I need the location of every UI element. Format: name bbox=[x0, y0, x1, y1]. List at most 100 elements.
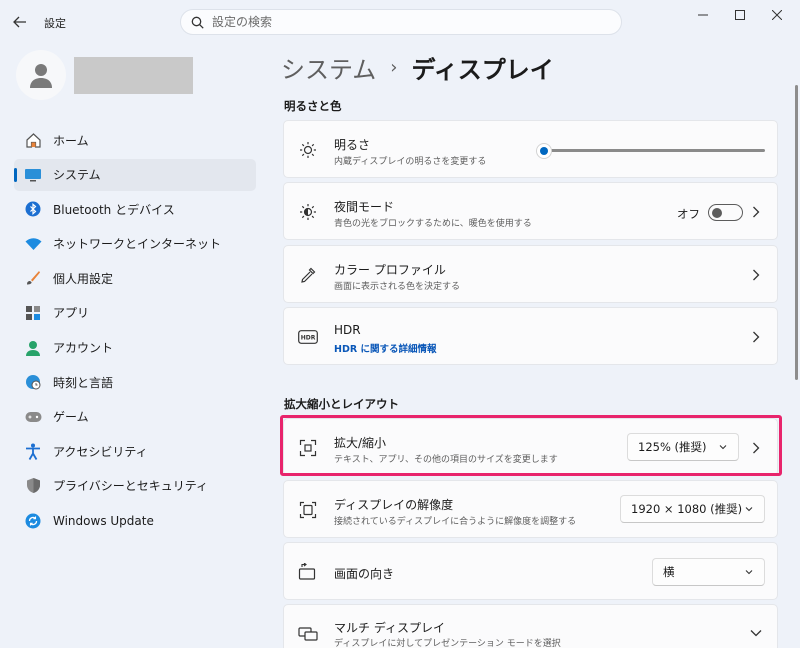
sidebar-item-accounts[interactable]: アカウント bbox=[14, 332, 256, 364]
accessibility-icon bbox=[24, 442, 42, 460]
globe-clock-icon bbox=[24, 373, 42, 391]
sidebar-item-windows-update[interactable]: Windows Update bbox=[14, 505, 256, 537]
dropdown-value: 横 bbox=[663, 565, 675, 579]
card-description: 接続されているディスプレイに合うように解像度を調整する bbox=[334, 517, 577, 527]
sidebar-item-time-language[interactable]: 時刻と言語 bbox=[14, 366, 256, 398]
toggle-state-label: オフ bbox=[677, 207, 700, 221]
search-icon bbox=[191, 16, 204, 29]
sidebar-item-privacy[interactable]: プライバシーとセキュリティ bbox=[14, 470, 256, 502]
sidebar-item-home[interactable]: ホーム bbox=[14, 124, 256, 156]
night-light-card[interactable]: 夜間モード 青色の光をブロックするために、暖色を使用する オフ bbox=[283, 182, 778, 240]
brightness-card: 明るさ 内蔵ディスプレイの明るさを変更する bbox=[283, 120, 778, 178]
card-description: テキスト、アプリ、その他の項目のサイズを変更します bbox=[334, 455, 558, 465]
chevron-right-icon[interactable] bbox=[749, 204, 763, 220]
bluetooth-icon bbox=[24, 200, 42, 218]
search-input[interactable] bbox=[212, 15, 592, 29]
scale-dropdown[interactable]: 125% (推奨) bbox=[627, 433, 739, 461]
user-icon bbox=[30, 64, 52, 88]
sidebar-item-label: 時刻と言語 bbox=[53, 375, 114, 390]
close-button[interactable] bbox=[754, 0, 800, 30]
night-light-icon bbox=[298, 202, 318, 222]
color-profile-card[interactable]: カラー プロファイル 画面に表示される色を決定する bbox=[283, 245, 778, 303]
scale-card[interactable]: 拡大/縮小 テキスト、アプリ、その他の項目のサイズを変更します 125% (推奨… bbox=[283, 418, 778, 476]
sidebar-item-bluetooth[interactable]: Bluetooth とデバイス bbox=[14, 193, 256, 225]
resolution-icon bbox=[298, 500, 318, 520]
sidebar-item-gaming[interactable]: ゲーム bbox=[14, 401, 256, 433]
back-button[interactable] bbox=[10, 12, 30, 32]
hdr-learn-more-link[interactable]: HDR に関する詳細情報 bbox=[334, 341, 436, 355]
back-arrow-icon bbox=[13, 16, 26, 28]
dropdown-value: 1920 × 1080 (推奨) bbox=[631, 502, 743, 516]
section-title-brightness-color: 明るさと色 bbox=[284, 99, 342, 113]
sidebar-item-label: ネットワークとインターネット bbox=[53, 237, 222, 252]
app-title: 設定 bbox=[44, 17, 66, 30]
avatar[interactable] bbox=[16, 50, 66, 100]
home-icon bbox=[24, 131, 42, 149]
card-description: ディスプレイに対してプレゼンテーション モードを選択 bbox=[334, 639, 561, 648]
breadcrumb-parent[interactable]: システム bbox=[281, 50, 376, 85]
card-title: 拡大/縮小 bbox=[334, 436, 387, 450]
card-description: 内蔵ディスプレイの明るさを変更する bbox=[334, 157, 487, 167]
search-box[interactable] bbox=[180, 9, 622, 35]
card-title: 明るさ bbox=[334, 138, 371, 152]
profile-name-redacted bbox=[74, 57, 193, 94]
maximize-icon bbox=[735, 10, 745, 20]
system-icon bbox=[24, 166, 42, 184]
chevron-down-icon[interactable] bbox=[749, 625, 763, 641]
orientation-dropdown[interactable]: 横 bbox=[652, 558, 765, 586]
card-title: マルチ ディスプレイ bbox=[334, 621, 445, 635]
section-title-scale-layout: 拡大縮小とレイアウト bbox=[284, 397, 399, 411]
sidebar-item-label: ホーム bbox=[53, 133, 89, 148]
multi-display-icon bbox=[298, 625, 318, 645]
card-title: 夜間モード bbox=[334, 200, 395, 214]
sidebar-item-accessibility[interactable]: アクセシビリティ bbox=[14, 435, 256, 467]
chevron-right-icon[interactable] bbox=[749, 267, 763, 283]
breadcrumb-separator: › bbox=[390, 57, 398, 78]
chevron-down-icon bbox=[719, 445, 727, 450]
dropdown-value: 125% (推奨) bbox=[638, 440, 707, 454]
night-light-toggle[interactable] bbox=[708, 204, 743, 221]
sun-icon bbox=[298, 140, 318, 160]
brightness-slider-thumb[interactable] bbox=[536, 143, 552, 159]
orientation-card: 画面の向き 横 bbox=[283, 542, 778, 600]
card-title: HDR bbox=[334, 323, 361, 337]
card-title: ディスプレイの解像度 bbox=[334, 498, 454, 512]
card-title: カラー プロファイル bbox=[334, 263, 446, 277]
update-icon bbox=[24, 512, 42, 530]
gamepad-icon bbox=[24, 408, 42, 426]
wifi-icon bbox=[24, 235, 42, 253]
minimize-icon bbox=[698, 14, 708, 16]
multi-display-card[interactable]: マルチ ディスプレイ ディスプレイに対してプレゼンテーション モードを選択 bbox=[283, 604, 778, 648]
sidebar-item-apps[interactable]: アプリ bbox=[14, 297, 256, 329]
sidebar-item-label: ゲーム bbox=[53, 410, 89, 425]
scrollbar[interactable] bbox=[795, 85, 798, 380]
hdr-icon: HDR bbox=[298, 327, 318, 347]
chevron-down-icon bbox=[745, 507, 753, 512]
title-bar: 設定 bbox=[0, 0, 800, 44]
sidebar-item-label: Windows Update bbox=[53, 513, 154, 528]
chevron-right-icon[interactable] bbox=[749, 440, 763, 456]
card-title: 画面の向き bbox=[334, 567, 395, 581]
card-description: 青色の光をブロックするために、暖色を使用する bbox=[334, 219, 532, 229]
card-description: 画面に表示される色を決定する bbox=[334, 282, 461, 292]
close-icon bbox=[772, 10, 782, 20]
sidebar-item-label: プライバシーとセキュリティ bbox=[53, 479, 209, 494]
scale-icon bbox=[298, 438, 318, 458]
brush-icon bbox=[24, 269, 42, 287]
resolution-card: ディスプレイの解像度 接続されているディスプレイに合うように解像度を調整する 1… bbox=[283, 480, 778, 538]
resolution-dropdown[interactable]: 1920 × 1080 (推奨) bbox=[620, 495, 765, 523]
chevron-right-icon[interactable] bbox=[749, 329, 763, 345]
brightness-slider-track[interactable] bbox=[538, 149, 765, 152]
apps-icon bbox=[24, 304, 42, 322]
sidebar-item-system[interactable]: システム bbox=[14, 158, 256, 191]
chevron-down-icon bbox=[745, 570, 753, 575]
orientation-icon bbox=[298, 562, 318, 582]
shield-icon bbox=[24, 477, 42, 495]
sidebar-item-network[interactable]: ネットワークとインターネット bbox=[14, 228, 256, 260]
sidebar-item-label: 個人用設定 bbox=[53, 271, 114, 286]
hdr-card[interactable]: HDR HDR HDR に関する詳細情報 bbox=[283, 307, 778, 365]
sidebar-item-personalization[interactable]: 個人用設定 bbox=[14, 262, 256, 294]
sidebar-nav: ホーム システム Bluetooth とデバイス ネットワークとインターネット … bbox=[14, 124, 256, 539]
eyedropper-icon bbox=[298, 265, 318, 285]
sidebar-item-label: システム bbox=[53, 168, 101, 183]
